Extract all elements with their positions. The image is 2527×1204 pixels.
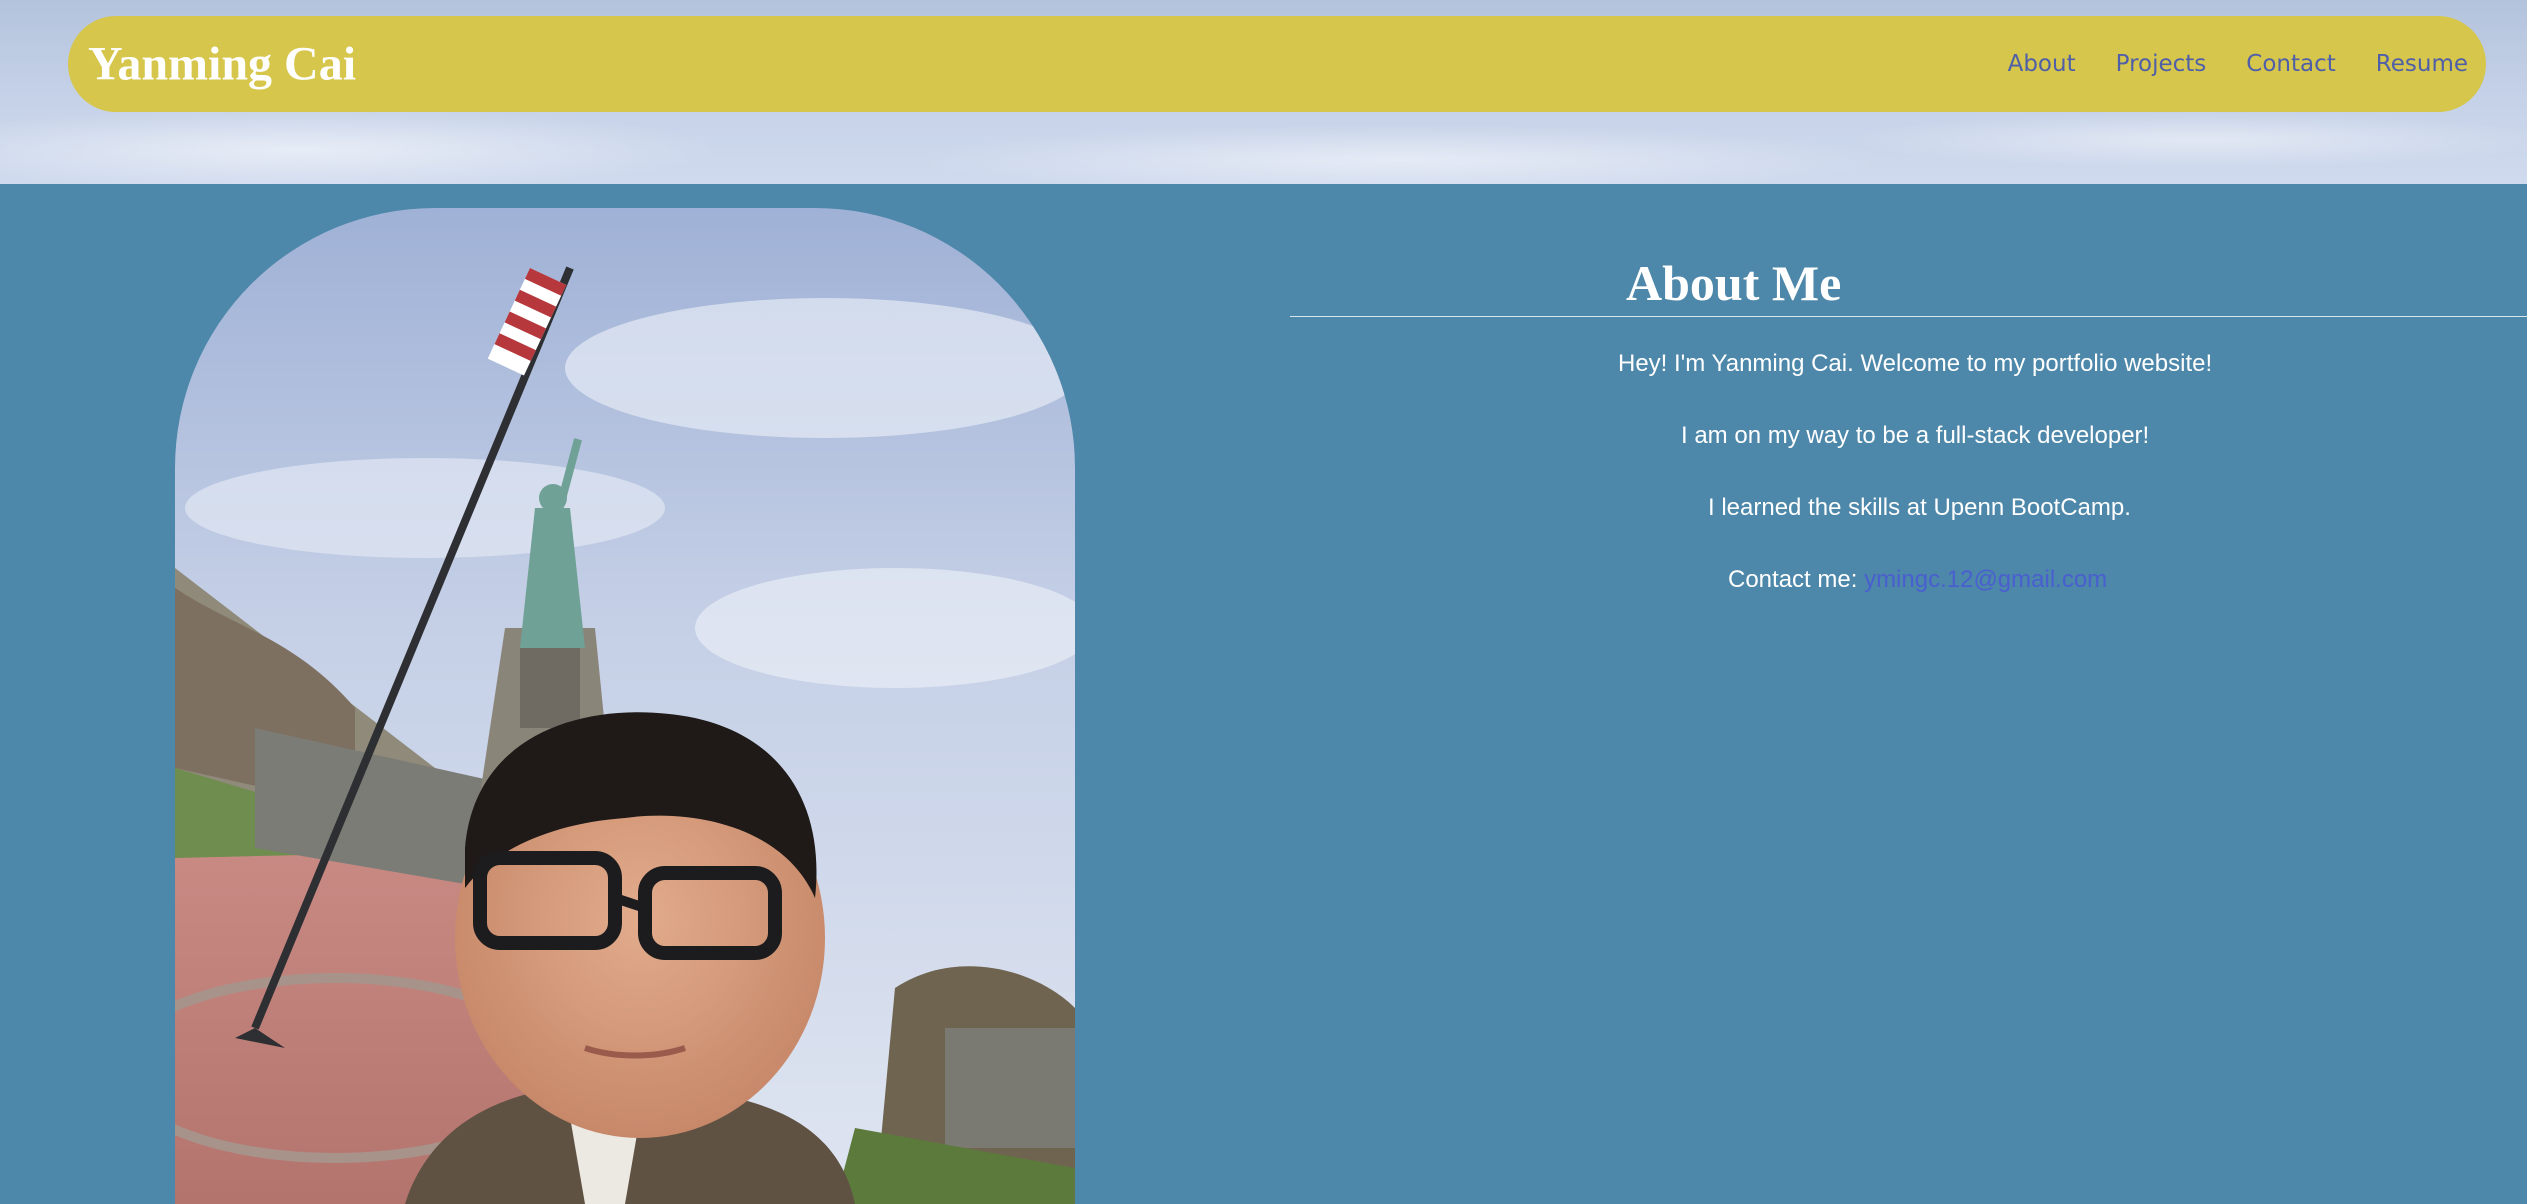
contact-label: Contact me: bbox=[1728, 566, 1858, 593]
about-line-bootcamp: I learned the skills at Upenn BootCamp. bbox=[1708, 494, 2131, 521]
nav-link-contact[interactable]: Contact bbox=[2246, 51, 2335, 77]
about-line-greeting: Hey! I'm Yanming Cai. Welcome to my port… bbox=[1618, 350, 2213, 377]
about-heading: About Me bbox=[1626, 255, 1842, 311]
nav-link-about[interactable]: About bbox=[2008, 51, 2076, 77]
brand-logo-text[interactable]: Yanming Cai bbox=[88, 37, 356, 92]
nav-link-resume[interactable]: Resume bbox=[2376, 51, 2468, 77]
contact-email-link[interactable]: ymingc.12@gmail.com bbox=[1864, 566, 2107, 593]
about-line-goal: I am on my way to be a full-stack develo… bbox=[1681, 422, 2150, 449]
profile-photo bbox=[175, 208, 1075, 1204]
navbar: Yanming Cai About Projects Contact Resum… bbox=[68, 16, 2486, 112]
about-section: About Me Hey! I'm Yanming Cai. Welcome t… bbox=[1290, 250, 2527, 638]
nav-link-projects[interactable]: Projects bbox=[2116, 51, 2207, 77]
heading-divider bbox=[1290, 316, 2527, 317]
nav-links: About Projects Contact Resume bbox=[2008, 51, 2468, 77]
about-line-contact: Contact me: ymingc.12@gmail.com bbox=[1290, 566, 2527, 594]
